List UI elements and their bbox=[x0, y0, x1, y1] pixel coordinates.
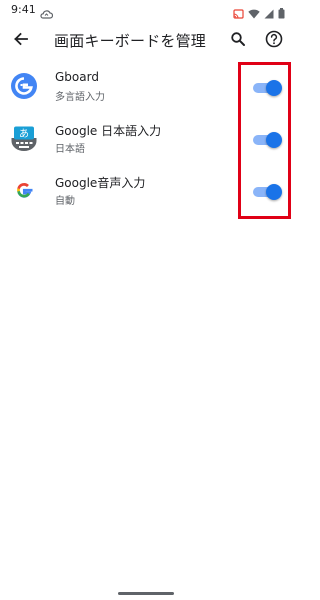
status-icons bbox=[233, 4, 285, 23]
arrow-back-icon bbox=[14, 32, 28, 46]
highlight-box bbox=[238, 62, 291, 219]
app-bar: 画面キーボードを管理 bbox=[0, 22, 293, 58]
keyboard-title: Google 日本語入力 bbox=[55, 124, 162, 138]
wifi-icon bbox=[248, 4, 260, 23]
status-bar: 9:41 bbox=[0, 0, 293, 22]
page-title: 画面キーボードを管理 bbox=[54, 32, 207, 50]
help-icon bbox=[265, 30, 283, 48]
search-icon bbox=[231, 32, 245, 46]
google-g-icon bbox=[11, 177, 37, 203]
status-time: 9:41 bbox=[11, 3, 36, 16]
back-button[interactable] bbox=[8, 26, 34, 52]
keyboard-title: Gboard bbox=[55, 70, 99, 84]
keyboard-title: Google音声入力 bbox=[55, 176, 146, 190]
battery-icon bbox=[278, 4, 285, 23]
keyboard-subtitle: 日本語 bbox=[55, 144, 85, 155]
help-button[interactable] bbox=[262, 27, 286, 51]
search-button[interactable] bbox=[226, 27, 250, 51]
signal-icon bbox=[264, 4, 274, 23]
keyboard-icon-glyph: あ bbox=[19, 128, 29, 140]
gboard-icon bbox=[11, 73, 37, 99]
google-japanese-input-icon: あ bbox=[11, 125, 37, 151]
gesture-nav-handle[interactable] bbox=[118, 592, 174, 595]
keyboard-subtitle: 自動 bbox=[55, 196, 75, 207]
keyboard-subtitle: 多言語入力 bbox=[55, 92, 105, 103]
cast-icon bbox=[233, 4, 244, 23]
cloud-sync-icon bbox=[40, 4, 54, 23]
